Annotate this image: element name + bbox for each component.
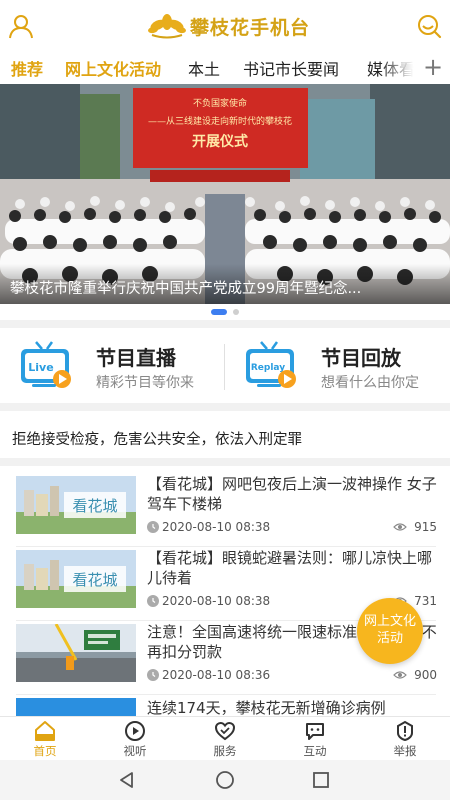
bottom-nav: 首页 视听 服务 互动 举报: [0, 716, 450, 760]
recents-icon[interactable]: [311, 770, 331, 790]
home-icon: [35, 721, 55, 741]
nav-service[interactable]: 服务: [190, 720, 260, 760]
banner-sign-title: 不负国家使命: [193, 97, 247, 109]
tab-online-culture[interactable]: 网上文化活动: [65, 56, 161, 80]
notice-headline[interactable]: 拒绝接受检疫，危害公共安全，依法入刑定罪: [12, 428, 302, 449]
flower-logo-icon: [148, 14, 186, 39]
nav-video[interactable]: 视听: [100, 720, 170, 760]
carousel-dot-active[interactable]: [211, 309, 227, 315]
clock-icon: [147, 521, 159, 533]
tab-local[interactable]: 本土: [188, 56, 220, 80]
news-divider: [16, 694, 436, 695]
nav-report-label: 举报: [393, 744, 417, 758]
app-title: 攀枝花手机台: [190, 16, 311, 39]
section-divider: [0, 458, 450, 466]
news-thumbnail: [16, 624, 136, 682]
top-header: 攀枝花手机台: [0, 0, 450, 52]
eye-icon: [393, 523, 407, 531]
news-item[interactable]: 连续174天，攀枝花无新增确诊病例: [0, 698, 450, 716]
news-thumbnail: [16, 698, 136, 716]
banner-carousel[interactable]: 不负国家使命 ——从三线建设走向新时代的攀枝花 开展仪式 攀枝花市隆重举行庆祝中…: [0, 84, 450, 304]
live-program-title: 节目直播: [96, 346, 176, 370]
app-screen: 攀枝花手机台 推荐 网上文化活动 本土 书记市长要闻 媒体看 +: [0, 0, 450, 800]
news-title: 【看花城】眼镜蛇避暑法则：哪儿凉快上哪儿待着: [147, 549, 433, 587]
carousel-dot[interactable]: [233, 309, 239, 315]
news-date: 2020-08-10 08:38: [162, 520, 271, 534]
replay-program-entry[interactable]: Replay 节目回放 想看什么由你定: [243, 334, 443, 400]
tv-replay-icon: Replay: [246, 341, 296, 388]
live-badge: Live: [28, 361, 53, 374]
tv-live-icon: Live: [21, 341, 71, 388]
program-divider: [224, 344, 225, 390]
system-nav-bar: [0, 760, 450, 800]
carousel-indicator: [0, 308, 450, 316]
banner-sign-subtitle: ——从三线建设走向新时代的攀枝花: [148, 115, 292, 127]
clock-icon: [147, 669, 159, 681]
tab-recommend[interactable]: 推荐: [11, 56, 43, 80]
replay-program-title: 节目回放: [321, 346, 401, 370]
plus-icon[interactable]: +: [422, 54, 444, 80]
thumbnail-label: 看花城: [72, 571, 117, 589]
heart-icon: [214, 721, 236, 741]
nav-interact[interactable]: 互动: [280, 720, 350, 760]
news-views: 915: [414, 520, 437, 534]
news-thumbnail: 看花城: [16, 476, 136, 534]
chat-icon: [306, 723, 324, 740]
tabs-fade: [380, 52, 428, 84]
eye-icon: [393, 671, 407, 679]
news-title: 【看花城】网吧包夜后上演一波神操作 女子驾车下楼梯: [147, 475, 437, 513]
replay-badge: Replay: [251, 363, 285, 373]
news-date: 2020-08-10 08:38: [162, 594, 271, 608]
news-meta: 2020-08-10 08:36 900: [147, 668, 437, 684]
nav-service-label: 服务: [213, 744, 237, 758]
nav-home-label: 首页: [33, 744, 57, 758]
news-date: 2020-08-10 08:36: [162, 668, 271, 682]
news-divider: [16, 546, 436, 547]
replay-program-subtitle: 想看什么由你定: [321, 375, 419, 391]
back-icon[interactable]: [117, 770, 137, 790]
news-views: 731: [414, 594, 437, 608]
live-program-entry[interactable]: Live 节目直播 精彩节目等你来: [18, 334, 218, 400]
nav-report[interactable]: 举报: [370, 720, 440, 760]
search-icon[interactable]: [416, 13, 442, 39]
banner-sign-ceremony: 开展仪式: [192, 133, 248, 150]
online-culture-float-button[interactable]: 网上文化 活动: [357, 598, 423, 664]
news-meta: 2020-08-10 08:38 915: [147, 520, 437, 536]
brand: 攀枝花手机台: [148, 10, 310, 42]
user-icon[interactable]: [8, 13, 34, 39]
nav-video-label: 视听: [123, 744, 147, 758]
tab-leaders-news[interactable]: 书记市长要闻: [243, 56, 339, 80]
float-button-line2: 活动: [376, 631, 403, 646]
play-icon: [125, 721, 145, 741]
nav-home[interactable]: 首页: [10, 720, 80, 760]
news-title: 连续174天，攀枝花无新增确诊病例: [147, 699, 386, 716]
alert-icon: [397, 720, 413, 742]
news-thumbnail: 看花城: [16, 550, 136, 608]
section-divider: [0, 320, 450, 328]
thumbnail-label: 看花城: [72, 497, 117, 515]
nav-interact-label: 互动: [303, 744, 327, 758]
float-button-line1: 网上文化: [363, 614, 416, 629]
category-tabs: 推荐 网上文化活动 本土 书记市长要闻 媒体看 +: [0, 52, 450, 84]
home-circle-icon[interactable]: [215, 770, 235, 790]
live-program-subtitle: 精彩节目等你来: [96, 375, 194, 391]
banner-caption[interactable]: 攀枝花市隆重举行庆祝中国共产党成立99周年暨纪念...: [10, 277, 420, 298]
news-views: 900: [414, 668, 437, 682]
news-item[interactable]: 看花城 【看花城】网吧包夜后上演一波神操作 女子驾车下楼梯 2020-08-10…: [0, 475, 450, 552]
section-divider: [0, 403, 450, 411]
clock-icon: [147, 595, 159, 607]
